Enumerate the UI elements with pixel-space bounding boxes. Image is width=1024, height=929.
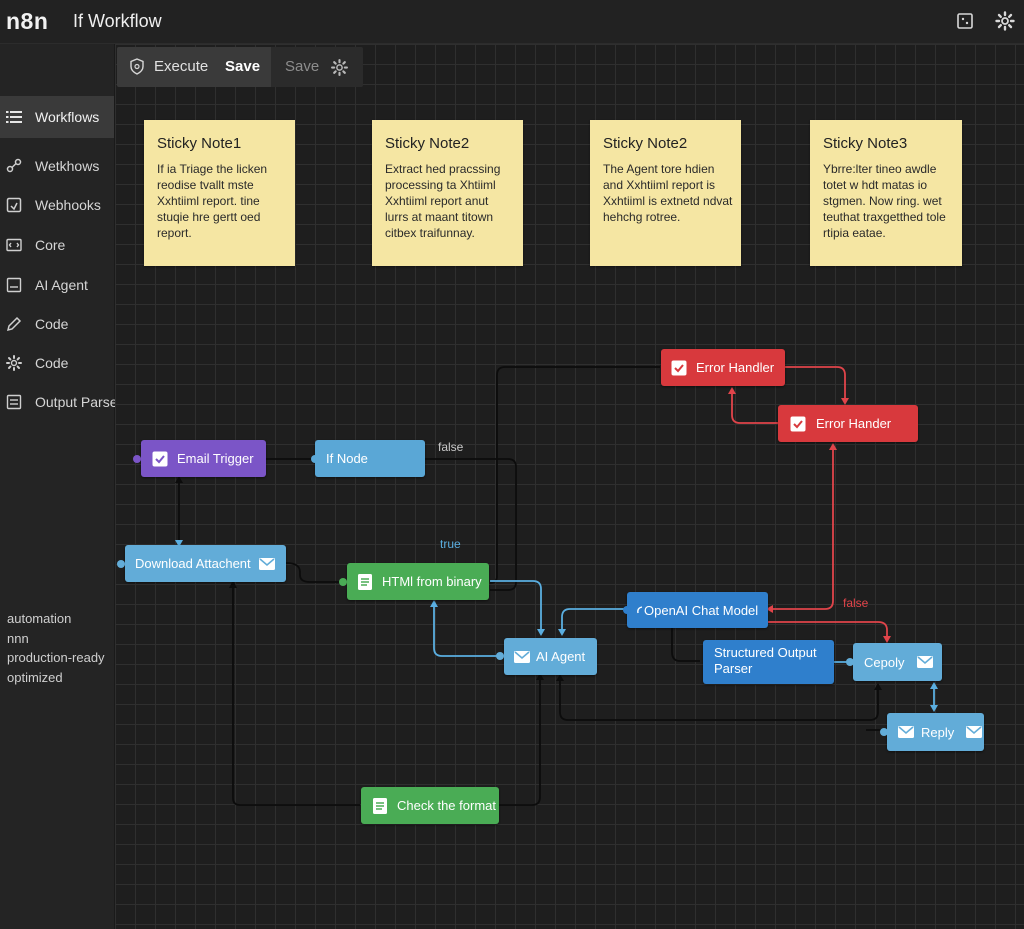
mail-icon xyxy=(898,724,914,740)
node-cepoly[interactable]: Cepoly xyxy=(853,643,942,681)
input-port[interactable] xyxy=(880,728,888,736)
node-check-format[interactable]: Check the format xyxy=(361,787,499,824)
sticky-body: The Agent tore hdien and Xxhtiiml report… xyxy=(603,162,733,224)
node-label: Download Attachent xyxy=(135,556,251,571)
wire-check-agent xyxy=(499,675,541,806)
arrow-head xyxy=(728,387,736,394)
edge-label-false: false xyxy=(438,440,464,454)
document-icon xyxy=(372,797,388,814)
edge-label-true: true xyxy=(440,537,461,551)
node-label: Email Trigger xyxy=(177,451,254,466)
wire-model-false xyxy=(768,621,888,640)
arrow-head xyxy=(537,629,545,636)
checkbox-icon xyxy=(790,416,806,432)
input-port[interactable] xyxy=(311,455,319,463)
arrow-head xyxy=(874,683,882,690)
arrow-head xyxy=(883,636,891,643)
canvas-toolbar: Execute Save Save xyxy=(117,47,363,87)
save-secondary-button[interactable]: Save xyxy=(285,58,319,75)
node-ai-agent[interactable]: AI Agent xyxy=(504,638,597,675)
node-label: OpenAI Chat Model xyxy=(644,602,759,618)
input-port[interactable] xyxy=(133,455,141,463)
arrow-head xyxy=(430,600,438,607)
node-error-handler-2[interactable]: Error Hander xyxy=(778,405,918,442)
wire-error2-error1 xyxy=(731,389,778,424)
node-openai-chat-model[interactable]: OpenAI Chat Model xyxy=(627,592,768,628)
node-download-attachment[interactable]: Download Attachent xyxy=(125,545,286,582)
save-button[interactable]: Save xyxy=(225,58,260,75)
sticky-note-4[interactable]: Sticky Note3 Ybrre:lter tineo awdle tote… xyxy=(810,120,962,266)
checkbox-icon xyxy=(152,451,168,467)
document-icon xyxy=(357,573,373,590)
node-html-from-binary[interactable]: HTMl from binary xyxy=(347,563,489,600)
arrow-head xyxy=(556,674,564,681)
node-label: Error Handler xyxy=(696,360,775,375)
sticky-body: If ia Triage the licken reodise tvallt m… xyxy=(157,162,268,240)
input-port[interactable] xyxy=(623,606,631,614)
wire-model-agent xyxy=(561,608,627,633)
input-port[interactable] xyxy=(339,578,347,586)
mail-icon xyxy=(258,556,275,572)
sticky-title: Sticky Note3 xyxy=(823,135,908,152)
arrow-head xyxy=(841,398,849,405)
input-port[interactable] xyxy=(117,560,125,568)
input-port[interactable] xyxy=(496,652,504,660)
arrow-head xyxy=(930,705,938,712)
node-label: If Node xyxy=(326,451,368,466)
sticky-title: Sticky Note1 xyxy=(157,135,242,152)
checkbox-icon xyxy=(671,360,687,376)
sticky-note-2[interactable]: Sticky Note2 Extract hed pracssing proce… xyxy=(372,120,523,266)
arrow-head xyxy=(558,629,566,636)
mail-icon xyxy=(917,654,934,670)
wire-error-error xyxy=(785,366,846,402)
arrow-head xyxy=(829,443,837,450)
node-label: HTMl from binary xyxy=(382,574,482,589)
wire-html-agent xyxy=(490,580,542,633)
mail-icon xyxy=(966,724,983,740)
sticky-title: Sticky Note2 xyxy=(603,135,688,152)
shield-icon[interactable] xyxy=(129,58,145,80)
sticky-title: Sticky Note2 xyxy=(385,135,470,152)
node-label: Error Hander xyxy=(816,416,892,431)
sticky-body: Ybrre:lter tineo awdle totet w hdt matas… xyxy=(823,162,946,240)
edge-label-false-error: false xyxy=(843,596,869,610)
wire-check-download xyxy=(232,583,360,806)
sticky-note-3[interactable]: Sticky Note2 The Agent tore hdien and Xx… xyxy=(590,120,741,266)
node-email-trigger[interactable]: Email Trigger xyxy=(141,440,266,477)
node-structured-output-parser[interactable]: Structured Output Parser xyxy=(703,640,834,684)
node-error-handler-1[interactable]: Error Handler xyxy=(661,349,785,386)
wire-model-parser xyxy=(671,628,700,662)
node-label: Cepoly xyxy=(864,654,905,670)
mail-icon xyxy=(514,649,530,665)
arrow-head xyxy=(175,476,183,483)
wire-agent-html xyxy=(433,602,500,657)
node-reply[interactable]: Reply xyxy=(887,713,984,751)
execute-button[interactable]: Execute xyxy=(154,58,208,75)
wire-download-html xyxy=(285,562,346,583)
toolbar-settings-icon[interactable] xyxy=(331,59,348,81)
node-label: AI Agent xyxy=(536,649,586,664)
openai-icon xyxy=(636,602,644,618)
arrow-head xyxy=(930,682,938,689)
input-port[interactable] xyxy=(846,658,854,666)
node-if[interactable]: If Node xyxy=(315,440,425,477)
wire-model-error xyxy=(768,445,834,610)
node-label: Structured Output Parser xyxy=(714,645,817,676)
sticky-body: Extract hed pracssing processing ta Xhti… xyxy=(385,162,501,240)
node-label: Check the format xyxy=(397,798,496,813)
node-label: Reply xyxy=(921,724,955,740)
sticky-note-1[interactable]: Sticky Note1 If ia Triage the licken reo… xyxy=(144,120,295,266)
